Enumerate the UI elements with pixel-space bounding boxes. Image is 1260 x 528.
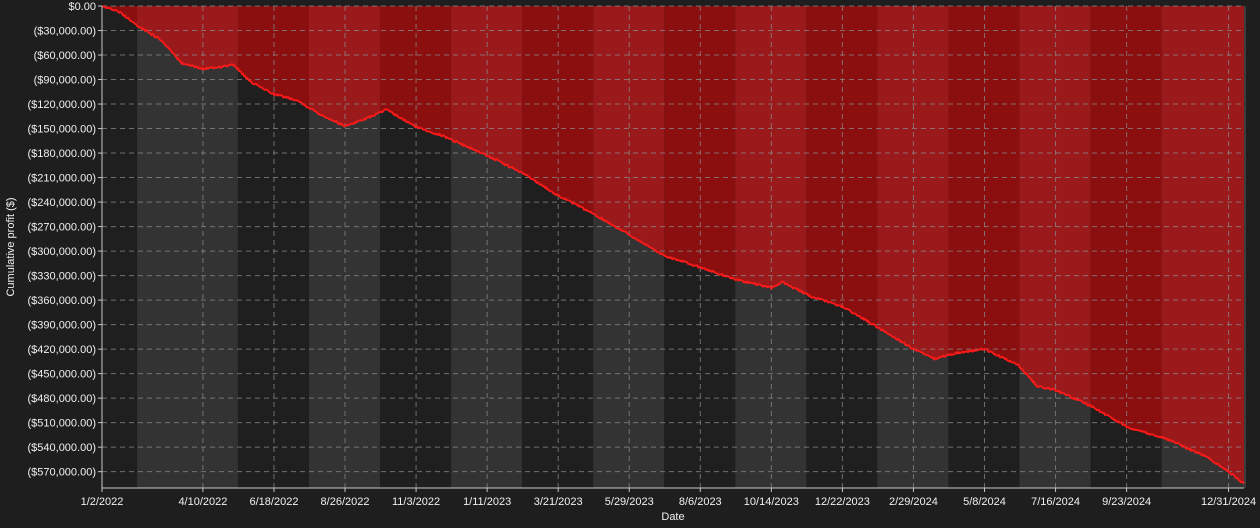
y-tick-label: ($480,000.00) (28, 393, 97, 405)
y-tick-label: ($240,000.00) (28, 197, 97, 209)
x-tick-label: 5/8/2024 (963, 496, 1006, 508)
y-tick-label: ($330,000.00) (28, 271, 97, 283)
x-tick-label: 4/10/2022 (178, 496, 227, 508)
x-tick-label: 1/11/2023 (463, 496, 511, 508)
x-tick-label: 6/18/2022 (250, 496, 299, 508)
y-tick-label: ($120,000.00) (28, 99, 97, 111)
x-axis-title: Date (661, 511, 684, 523)
x-tick-label: 5/29/2023 (605, 496, 654, 508)
loss-area-band (1161, 6, 1244, 484)
y-tick-label: ($570,000.00) (28, 467, 97, 479)
y-tick-labels: $0.00 ($30,000.00) ($60,000.00) ($90,000.00… (28, 1, 102, 479)
y-tick-label: $0.00 (68, 1, 96, 13)
y-tick-label: ($90,000.00) (34, 75, 96, 87)
x-tick-label: 10/14/2023 (744, 496, 799, 508)
x-tick-labels: 1/2/2022 4/10/2022 6/18/2022 8/26/2022 11/3/… (81, 488, 1256, 508)
x-tick-label: 12/22/2023 (815, 496, 870, 508)
date-band (137, 6, 238, 488)
y-tick-label: ($60,000.00) (34, 50, 96, 62)
y-axis-title: Cumulative profit ($) (5, 197, 17, 296)
x-tick-label: 12/31/2024 (1201, 496, 1256, 508)
y-tick-label: ($390,000.00) (28, 320, 97, 332)
x-tick-label: 1/2/2022 (81, 496, 124, 508)
y-tick-label: ($150,000.00) (28, 124, 97, 136)
y-tick-label: ($510,000.00) (28, 418, 97, 430)
x-tick-label: 2/29/2024 (889, 496, 938, 508)
y-tick-label: ($30,000.00) (34, 26, 96, 38)
y-tick-label: ($450,000.00) (28, 369, 97, 381)
y-tick-label: ($300,000.00) (28, 246, 97, 258)
y-tick-label: ($420,000.00) (28, 344, 97, 356)
x-tick-label: 7/16/2024 (1031, 496, 1080, 508)
profit-chart: $0.00 ($30,000.00) ($60,000.00) ($90,000.00… (0, 0, 1260, 528)
y-tick-label: ($360,000.00) (28, 295, 97, 307)
x-tick-label: 11/3/2022 (392, 496, 440, 508)
date-band (102, 6, 138, 488)
y-tick-label: ($540,000.00) (28, 442, 97, 454)
y-tick-label: ($180,000.00) (28, 148, 97, 160)
x-tick-label: 3/21/2023 (534, 496, 583, 508)
x-tick-label: 9/23/2024 (1102, 496, 1151, 508)
chart-svg: $0.00 ($30,000.00) ($60,000.00) ($90,000.00… (5, 1, 1256, 523)
x-tick-label: 8/26/2022 (321, 496, 370, 508)
y-tick-label: ($210,000.00) (28, 173, 97, 185)
y-tick-label: ($270,000.00) (28, 222, 97, 234)
x-tick-label: 8/6/2023 (679, 496, 722, 508)
